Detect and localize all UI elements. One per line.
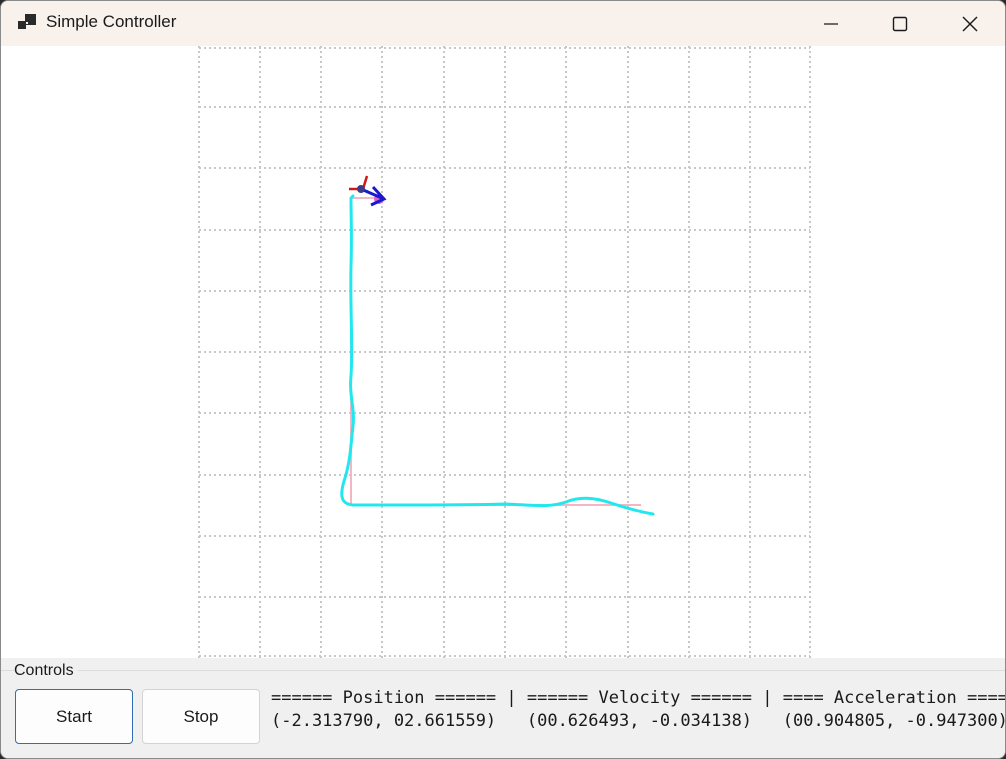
readout-header: ====== Position ====== | ====== Velocity… — [271, 688, 1006, 708]
robot-trajectory — [340, 194, 655, 516]
minimize-button[interactable] — [796, 1, 866, 46]
app-icon — [18, 14, 36, 29]
title-bar[interactable]: Simple Controller — [1, 1, 1005, 46]
robot-marker — [349, 175, 387, 207]
controls-groupbox: Controls Start Stop ====== Position ====… — [1, 658, 1006, 758]
minimize-icon — [824, 23, 838, 25]
simulation-canvas[interactable] — [1, 46, 1005, 658]
controls-label: Controls — [14, 662, 78, 680]
start-button[interactable]: Start — [15, 689, 133, 744]
window-title: Simple Controller — [46, 12, 177, 31]
maximize-icon — [892, 16, 908, 32]
simulation-view — [198, 46, 811, 658]
readout-values: (-2.313790, 02.661559) (00.626493, -0.03… — [271, 711, 1006, 731]
close-button[interactable] — [935, 1, 1005, 46]
close-icon — [962, 16, 978, 32]
app-window: Simple Controller Controls Start Stop ==… — [0, 0, 1006, 759]
maximize-button[interactable] — [865, 1, 935, 46]
controls-divider — [1, 670, 1005, 671]
stop-button[interactable]: Stop — [142, 689, 260, 744]
grid — [198, 46, 811, 658]
